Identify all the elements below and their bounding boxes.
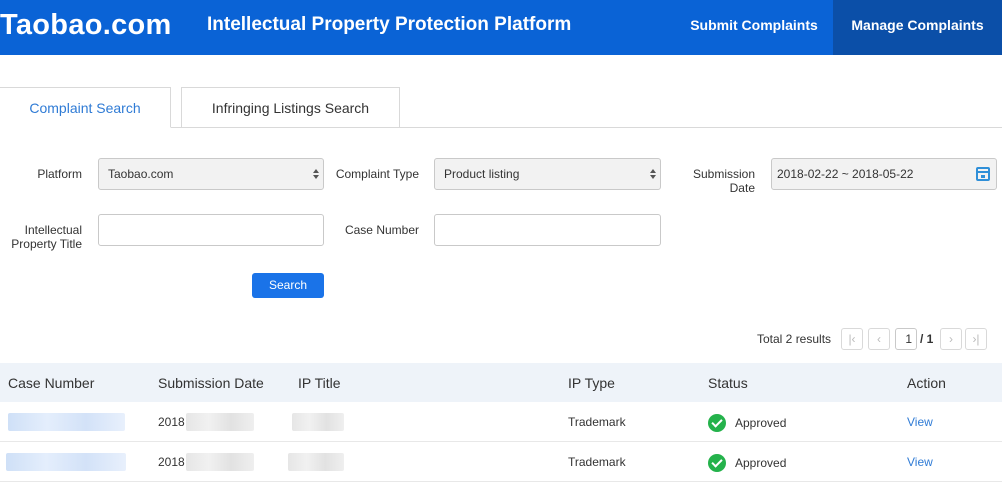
- submission-date-redacted: [186, 413, 254, 431]
- case-number-link-redacted[interactable]: [6, 453, 126, 471]
- platform-label: Platform: [37, 167, 82, 181]
- next-page-button[interactable]: ›: [940, 328, 962, 350]
- view-link[interactable]: View: [907, 415, 933, 429]
- calendar-icon[interactable]: [976, 167, 990, 181]
- tab-infringing-listings-search[interactable]: Infringing Listings Search: [181, 87, 400, 128]
- ip-type-cell: Trademark: [568, 415, 626, 429]
- table-row: 2018 Trademark Approved View: [0, 402, 1002, 442]
- nav-manage-complaints[interactable]: Manage Complaints: [833, 0, 1002, 55]
- ip-title-label-line2: Property Title: [11, 237, 82, 251]
- table-header: Case Number Submission Date IP Title IP …: [0, 363, 1002, 402]
- submission-date-redacted: [186, 453, 254, 471]
- case-number-link-redacted[interactable]: [8, 413, 125, 431]
- tab-complaint-search[interactable]: Complaint Search: [0, 87, 171, 128]
- prev-page-button[interactable]: ‹: [868, 328, 890, 350]
- select-arrows-icon: [650, 169, 656, 181]
- total-results: Total 2 results: [757, 332, 832, 346]
- last-page-button[interactable]: ›|: [965, 328, 987, 350]
- col-ip-title: IP Title: [298, 375, 341, 391]
- status-cell: Approved: [735, 456, 787, 470]
- submission-date-cell: 2018: [158, 455, 185, 469]
- status-cell: Approved: [735, 416, 787, 430]
- first-page-button[interactable]: |‹: [841, 328, 863, 350]
- view-link[interactable]: View: [907, 455, 933, 469]
- submission-date-value: 2018-02-22 ~ 2018-05-22: [777, 167, 914, 181]
- top-header: Taobao.com Intellectual Property Protect…: [0, 0, 1002, 55]
- submission-date-picker[interactable]: 2018-02-22 ~ 2018-05-22: [771, 158, 997, 190]
- complaint-type-select[interactable]: Product listing: [434, 158, 661, 190]
- complaint-type-label: Complaint Type: [335, 167, 419, 181]
- page-number-input[interactable]: 1: [895, 328, 917, 350]
- taobao-logo[interactable]: Taobao.com: [0, 7, 172, 43]
- nav-submit-complaints[interactable]: Submit Complaints: [676, 0, 832, 55]
- check-circle-icon: [708, 414, 726, 432]
- col-case-number: Case Number: [8, 375, 95, 391]
- search-button[interactable]: Search: [252, 273, 324, 298]
- submission-date-label-line2: Date: [729, 181, 755, 195]
- submission-date-cell: 2018: [158, 415, 185, 429]
- platform-select-value: Taobao.com: [108, 167, 174, 181]
- ip-title-input[interactable]: [98, 214, 324, 246]
- page-total: / 1: [920, 332, 934, 346]
- ip-type-cell: Trademark: [568, 455, 626, 469]
- col-ip-type: IP Type: [568, 375, 615, 391]
- select-arrows-icon: [313, 169, 319, 181]
- platform-select[interactable]: Taobao.com: [98, 158, 324, 190]
- ip-title-redacted: [292, 413, 344, 431]
- col-status: Status: [708, 375, 748, 391]
- case-number-label: Case Number: [344, 223, 419, 237]
- platform-title: Intellectual Property Protection Platfor…: [207, 14, 572, 35]
- col-submission-date: Submission Date: [158, 375, 264, 391]
- table-row: 2018 Trademark Approved View: [0, 442, 1002, 482]
- ip-title-redacted: [288, 453, 344, 471]
- check-circle-icon: [708, 454, 726, 472]
- submission-date-label-line1: Submission: [692, 167, 755, 181]
- ip-title-label: Intellectual Property Title: [4, 223, 82, 251]
- col-action: Action: [907, 375, 946, 391]
- ip-title-label-line1: Intellectual: [24, 223, 82, 237]
- complaint-type-select-value: Product listing: [444, 167, 520, 181]
- case-number-input[interactable]: [434, 214, 661, 246]
- submission-date-label: Submission Date: [680, 167, 755, 195]
